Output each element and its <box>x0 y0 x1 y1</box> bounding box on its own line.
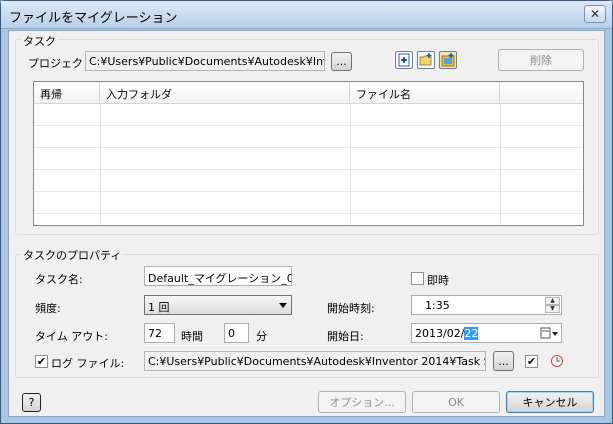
task-name-label: タスク名: <box>35 273 83 286</box>
log-file-label: ログ ファイル: <box>51 357 125 370</box>
migrate-files-dialog: ファイルをマイグレーション ✕ タスク プロジェクト: C:¥Users¥Pub… <box>0 0 613 424</box>
start-time-value: 1:35 <box>425 299 450 312</box>
table-row[interactable] <box>34 126 583 148</box>
start-time-input[interactable]: 1:35 ▲ ▼ <box>411 295 562 315</box>
start-date-picker[interactable]: 2013/02/22 <box>411 323 562 343</box>
minutes-label: 分 <box>256 330 267 343</box>
timeout-hours-input[interactable]: 72 <box>144 323 175 343</box>
column-header-file-name[interactable]: ファイル名 <box>350 82 500 104</box>
start-time-label: 開始時刻: <box>327 302 375 315</box>
log-file-path-field[interactable]: C:¥Users¥Public¥Documents¥Autodesk¥Inven… <box>144 351 486 371</box>
chevron-down-icon <box>279 303 287 308</box>
close-icon: ✕ <box>589 7 601 21</box>
log-file-checkbox[interactable]: ✔ <box>35 355 48 368</box>
add-folder-button[interactable] <box>417 51 435 69</box>
task-table-header: 再帰 入力フォルダ ファイル名 <box>34 82 583 104</box>
clock-icon[interactable] <box>550 354 564 368</box>
start-date-prefix: 2013/02/ <box>415 327 465 340</box>
project-path-field[interactable]: C:¥Users¥Public¥Documents¥Autodesk¥Inven <box>85 51 325 71</box>
delete-button[interactable]: 削除 <box>498 49 584 71</box>
dialog-client-area: タスク プロジェクト: C:¥Users¥Public¥Documents¥Au… <box>8 30 605 417</box>
spin-down-icon[interactable]: ▼ <box>545 305 560 313</box>
frequency-value: 1 回 <box>148 301 170 314</box>
start-date-selected-day: 22 <box>464 327 479 340</box>
ok-button[interactable]: OK <box>412 391 500 413</box>
start-time-spinner[interactable]: ▲ ▼ <box>545 297 560 313</box>
properties-group-label: タスクのプロパティ <box>21 247 124 263</box>
start-date-label: 開始日: <box>327 330 364 343</box>
task-table: 再帰 入力フォルダ ファイル名 <box>33 81 584 226</box>
add-file-icon <box>398 53 410 67</box>
timeout-label: タイム アウト: <box>35 330 108 343</box>
task-name-input[interactable]: Default_マイグレーション_001 <box>144 266 292 286</box>
spin-up-icon[interactable]: ▲ <box>545 297 560 305</box>
add-project-button[interactable] <box>439 51 457 69</box>
close-button[interactable]: ✕ <box>584 5 606 23</box>
options-button[interactable]: オプション... <box>318 391 406 413</box>
title-bar[interactable]: ファイルをマイグレーション ✕ <box>1 1 612 29</box>
frequency-label: 頻度: <box>35 302 61 315</box>
immediate-label: 即時 <box>427 274 449 287</box>
table-row[interactable] <box>34 170 583 192</box>
project-browse-button[interactable]: ... <box>331 52 352 71</box>
add-folder-icon <box>419 53 432 66</box>
immediate-checkbox[interactable] <box>411 272 424 285</box>
table-row[interactable] <box>34 192 583 214</box>
hours-label: 時間 <box>181 330 203 343</box>
cancel-button[interactable]: キャンセル <box>506 391 594 413</box>
calendar-icon[interactable] <box>540 327 558 339</box>
help-button[interactable]: ? <box>22 393 41 412</box>
window-title: ファイルをマイグレーション <box>9 11 178 26</box>
add-project-icon <box>441 53 455 67</box>
frequency-dropdown[interactable]: 1 回 <box>144 295 292 315</box>
view-log-checkbox[interactable]: ✔ <box>525 355 538 368</box>
task-group-label: タスク <box>21 33 58 49</box>
timeout-minutes-input[interactable]: 0 <box>224 323 249 343</box>
add-file-button[interactable] <box>395 51 413 69</box>
log-browse-button[interactable]: ... <box>493 351 514 371</box>
table-row[interactable] <box>34 104 583 126</box>
table-row[interactable] <box>34 148 583 170</box>
column-header-recursive[interactable]: 再帰 <box>34 82 100 104</box>
column-header-input-folder[interactable]: 入力フォルダ <box>100 82 350 104</box>
